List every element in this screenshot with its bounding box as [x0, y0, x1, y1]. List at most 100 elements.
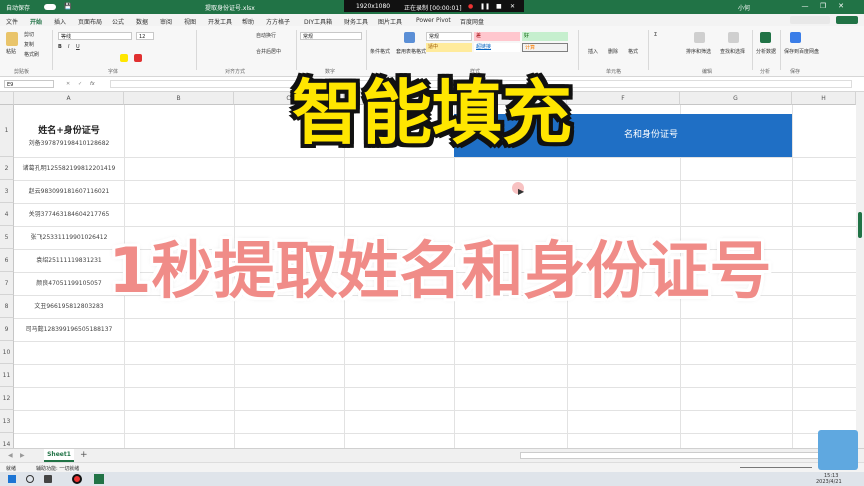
start-icon[interactable] [8, 475, 16, 483]
baidu-cloud-icon[interactable] [790, 32, 801, 43]
row-header[interactable]: 1 [0, 105, 14, 157]
tab-data[interactable]: 数据 [136, 17, 148, 26]
analyze-data-icon[interactable] [760, 32, 771, 43]
column-header[interactable]: B [124, 92, 234, 105]
row-header[interactable]: 4 [0, 203, 14, 226]
insert-cells-icon[interactable] [588, 32, 599, 43]
accessibility-status[interactable]: 辅助功能: 一切就绪 [36, 465, 79, 472]
italic-button[interactable]: I [68, 44, 69, 50]
row-header[interactable]: 13 [0, 410, 14, 433]
sort-filter-icon[interactable] [694, 32, 705, 43]
row-header[interactable]: 9 [0, 318, 14, 341]
style-normal[interactable]: 常规 [426, 32, 472, 41]
tab-help[interactable]: 帮助 [242, 17, 254, 26]
table-cell[interactable]: 关羽377463184604217765 [14, 203, 124, 226]
next-sheet-icon[interactable]: ▶ [20, 452, 25, 459]
tab-baidu[interactable]: 百度网盘 [460, 17, 484, 26]
tab-developer[interactable]: 开发工具 [208, 17, 232, 26]
row-header[interactable]: 11 [0, 364, 14, 387]
search-icon[interactable] [26, 475, 34, 483]
save-to-baidu-button[interactable]: 保存到百度网盘 [784, 48, 819, 55]
format-painter-button[interactable]: 格式刷 [24, 51, 39, 58]
recorder-app-icon[interactable] [72, 474, 82, 484]
tab-formulas[interactable]: 公式 [112, 17, 124, 26]
style-good[interactable]: 好 [522, 32, 568, 41]
tab-finance-tools[interactable]: 财务工具 [344, 17, 368, 26]
paste-button[interactable]: 粘贴 [6, 48, 16, 55]
column-header[interactable]: A [14, 92, 124, 105]
task-view-icon[interactable] [44, 475, 52, 483]
confirm-formula-icon[interactable]: ✓ [78, 81, 82, 87]
tab-home[interactable]: 开始 [30, 17, 42, 26]
tab-file[interactable]: 文件 [6, 17, 18, 26]
underline-button[interactable]: U [76, 44, 80, 50]
autosum-icon[interactable]: Σ [654, 32, 657, 38]
format-cells-icon[interactable] [628, 32, 639, 43]
row-header[interactable]: 8 [0, 295, 14, 318]
row-header[interactable]: 12 [0, 387, 14, 410]
delete-cells-icon[interactable] [608, 32, 619, 43]
autosave-toggle[interactable] [44, 4, 56, 10]
font-color-icon[interactable] [134, 54, 142, 62]
fx-icon[interactable]: fx [90, 81, 95, 87]
conditional-format-button[interactable]: 条件格式 [370, 48, 390, 55]
row-header[interactable]: 2 [0, 157, 14, 180]
column-header[interactable]: H [792, 92, 856, 105]
merge-center-button[interactable]: 合并后居中 [256, 48, 281, 55]
excel-app-icon[interactable] [94, 474, 104, 484]
pause-icon[interactable]: ❚❚ [480, 3, 490, 10]
sort-filter-button[interactable]: 排序和筛选 [686, 48, 711, 55]
table-cell[interactable]: 诸葛孔明125582199812201419 [14, 157, 124, 180]
select-all-corner[interactable] [0, 92, 14, 105]
style-neutral[interactable]: 适中 [426, 43, 472, 52]
horizontal-scrollbar[interactable] [520, 452, 856, 459]
name-box[interactable]: E9 [4, 80, 54, 88]
stop-icon[interactable]: ■ [496, 3, 502, 10]
close-recorder-icon[interactable]: ✕ [510, 3, 515, 10]
row-header[interactable]: 3 [0, 180, 14, 203]
restore-icon[interactable]: ❐ [818, 2, 828, 11]
copy-button[interactable]: 复制 [24, 41, 34, 48]
table-cell[interactable]: 刘备397879198410128682 [14, 131, 124, 157]
cancel-formula-icon[interactable]: ✕ [66, 81, 70, 87]
add-sheet-button[interactable]: + [80, 450, 88, 460]
tab-view[interactable]: 视图 [184, 17, 196, 26]
zoom-slider[interactable] [740, 467, 812, 468]
sheet-tab-sheet1[interactable]: Sheet1 [44, 449, 74, 462]
save-icon[interactable]: 💾 [64, 3, 71, 10]
format-as-table-icon[interactable] [404, 32, 415, 43]
tab-diy-tools[interactable]: DIY工具箱 [304, 17, 332, 26]
font-name-input[interactable]: 等线 [58, 32, 132, 40]
table-cell[interactable]: 司马懿128399196505188137 [14, 318, 124, 341]
tab-fangfang[interactable]: 方方格子 [266, 17, 290, 26]
vertical-scrollbar[interactable] [856, 92, 864, 448]
tab-review[interactable]: 审阅 [160, 17, 172, 26]
find-select-icon[interactable] [728, 32, 739, 43]
paste-icon[interactable] [6, 32, 18, 46]
prev-sheet-icon[interactable]: ◀ [8, 452, 13, 459]
cut-button[interactable]: 剪切 [24, 31, 34, 38]
format-as-table-button[interactable]: 套用表格格式 [396, 48, 426, 55]
style-calculation[interactable]: 计算 [522, 43, 568, 52]
row-header[interactable]: 6 [0, 249, 14, 272]
conditional-format-icon[interactable] [374, 32, 385, 43]
font-size-input[interactable]: 12 [136, 32, 154, 40]
fill-color-icon[interactable] [120, 54, 128, 62]
close-icon[interactable]: ✕ [836, 2, 846, 11]
row-header[interactable]: 10 [0, 341, 14, 364]
floating-assistant-icon[interactable] [818, 430, 858, 470]
row-header[interactable]: 14 [0, 433, 14, 448]
scroll-thumb[interactable] [858, 212, 862, 238]
style-bad[interactable]: 差 [474, 32, 520, 41]
tab-power-pivot[interactable]: Power Pivot [416, 17, 451, 24]
column-header[interactable]: G [680, 92, 792, 105]
find-select-button[interactable]: 查找和选择 [720, 48, 745, 55]
analyze-data-button[interactable]: 分析数据 [756, 48, 776, 55]
minimize-icon[interactable]: — [800, 2, 810, 11]
tab-picture-tools[interactable]: 图片工具 [378, 17, 402, 26]
format-cells-button[interactable]: 格式 [628, 48, 638, 55]
record-icon[interactable]: ● [468, 3, 473, 10]
row-header[interactable]: 5 [0, 226, 14, 249]
table-cell[interactable]: 赵云983099181607116021 [14, 180, 124, 203]
bold-button[interactable]: B [58, 44, 62, 50]
